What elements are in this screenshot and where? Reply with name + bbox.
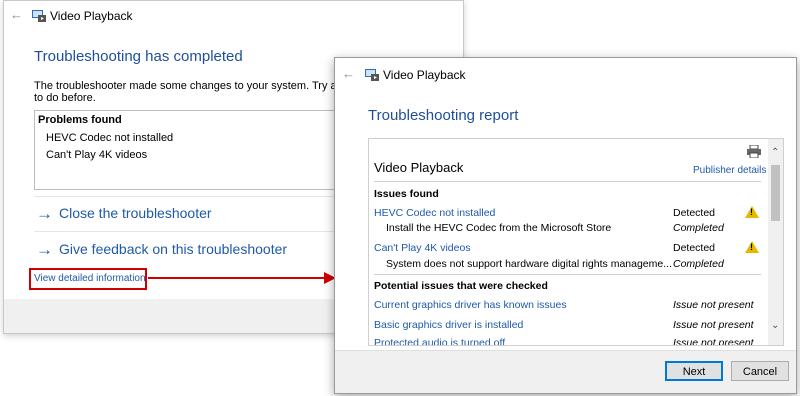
window-title: Video Playback — [50, 9, 133, 23]
potential-status: Issue not present — [673, 299, 754, 311]
arrow-right-icon: → — [36, 240, 53, 259]
message-line-1: The troubleshooter made some changes to … — [34, 80, 382, 92]
video-playback-app-icon — [365, 69, 379, 81]
give-feedback-label: Give feedback on this troubleshooter — [59, 241, 288, 257]
publisher-details-link[interactable]: Publisher details — [693, 165, 766, 176]
next-button[interactable]: Next — [665, 361, 723, 381]
give-feedback-link[interactable]: → Give feedback on this troubleshooter — [36, 239, 287, 259]
message-line-2: to do before. — [34, 92, 96, 104]
issue-status: Detected — [673, 207, 716, 219]
vertical-scrollbar[interactable]: ⌃ ⌄ — [768, 139, 783, 345]
warning-icon: ! — [745, 241, 759, 253]
window-footer: Next Cancel — [335, 350, 796, 393]
potential-status: Issue not present — [673, 337, 754, 346]
close-troubleshooter-link[interactable]: → Close the troubleshooter — [36, 203, 212, 223]
divider — [374, 274, 761, 275]
video-playback-app-icon — [32, 10, 46, 22]
problem-item: HEVC Codec not installed — [46, 132, 174, 144]
problem-item: Can't Play 4K videos — [46, 149, 148, 161]
potential-issues-header: Potential issues that were checked — [374, 280, 548, 292]
scrollbar-thumb[interactable] — [771, 165, 780, 221]
problems-header: Problems found — [38, 114, 122, 126]
fix-status: Completed — [673, 258, 724, 270]
page-heading: Troubleshooting report — [368, 107, 519, 124]
issue-status: Detected — [673, 242, 716, 254]
cancel-button[interactable]: Cancel — [731, 361, 789, 381]
scroll-down-icon[interactable]: ⌄ — [771, 320, 779, 331]
troubleshooting-report-window: ← Video Playback Troubleshooting report … — [334, 57, 797, 394]
fix-status: Completed — [673, 222, 724, 234]
report-title: Video Playback — [374, 160, 464, 175]
potential-issue-link[interactable]: Protected audio is turned off — [374, 337, 505, 345]
issue-fix: System does not support hardware digital… — [386, 258, 672, 270]
callout-arrow-icon — [148, 272, 336, 284]
page-heading: Troubleshooting has completed — [34, 48, 243, 65]
arrow-right-icon: → — [36, 204, 53, 223]
issue-fix: Install the HEVC Codec from the Microsof… — [386, 222, 612, 234]
potential-status: Issue not present — [673, 319, 754, 331]
back-arrow-icon[interactable]: ← — [342, 66, 355, 81]
report-content-pane: Video Playback Publisher details Issues … — [368, 138, 784, 346]
warning-icon: ! — [745, 206, 759, 218]
close-troubleshooter-label: Close the troubleshooter — [59, 205, 212, 221]
divider — [374, 181, 761, 182]
issues-found-header: Issues found — [374, 188, 439, 200]
scroll-up-icon[interactable]: ⌃ — [771, 147, 779, 158]
issue-link-hevc[interactable]: HEVC Codec not installed — [374, 207, 495, 219]
potential-issue-link[interactable]: Current graphics driver has known issues — [374, 299, 567, 311]
potential-issue-link[interactable]: Basic graphics driver is installed — [374, 319, 523, 331]
back-arrow-icon[interactable]: ← — [10, 7, 23, 22]
window-title: Video Playback — [383, 68, 466, 82]
issue-link-4k[interactable]: Can't Play 4K videos — [374, 242, 471, 254]
view-detailed-information-link[interactable]: View detailed information — [34, 273, 146, 284]
printer-icon[interactable] — [747, 145, 761, 158]
